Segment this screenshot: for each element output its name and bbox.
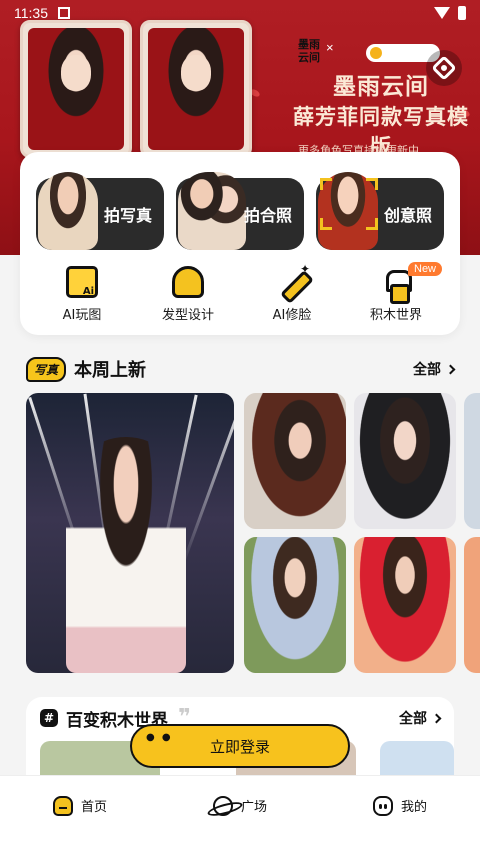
gallery-notification-icon <box>58 7 70 19</box>
tool-ai-face-label: AI修脸 <box>272 308 312 323</box>
group-photo-label: 拍合照 <box>243 206 292 225</box>
photo-shoot-button[interactable]: 拍写真 <box>36 172 164 250</box>
hashtag-icon: # <box>40 709 58 727</box>
photo-shoot-label: 拍写真 <box>103 206 152 225</box>
gallery-card[interactable] <box>244 393 346 529</box>
status-bar: 11:35 <box>0 0 480 26</box>
nav-profile-label: 我的 <box>400 800 427 815</box>
magic-wand-icon <box>276 262 310 298</box>
chevron-right-icon <box>445 364 456 374</box>
profile-face-icon <box>372 795 393 816</box>
hairstyle-icon <box>172 266 204 298</box>
nav-plaza-label: 广场 <box>240 800 267 815</box>
wifi-icon <box>434 7 450 19</box>
new-badge: New <box>408 262 443 276</box>
weekly-title: 本周上新 <box>74 360 147 381</box>
status-time: 11:35 <box>14 5 48 21</box>
group-photo-avatar <box>178 172 246 250</box>
nav-profile[interactable]: 我的 <box>320 776 480 853</box>
chevron-right-icon <box>431 713 442 723</box>
gallery-card[interactable] <box>244 537 346 673</box>
gallery-card[interactable] <box>464 393 480 529</box>
banner-portrait-right <box>140 20 252 158</box>
group-photo-button[interactable]: 拍合照 <box>176 172 304 250</box>
quick-actions-card: 拍写真 拍合照 创意照 AI玩图 发型设计 AI修脸 积木世界 New <box>20 152 460 335</box>
gallery-card[interactable] <box>354 537 456 673</box>
settings-button[interactable] <box>426 50 462 86</box>
planet-icon <box>212 795 233 816</box>
weekly-section-header: 写真 本周上新 全部 <box>26 354 456 384</box>
banner-portrait-left <box>20 20 132 158</box>
creative-photo-button[interactable]: 创意照 <box>316 172 444 250</box>
bottom-nav: 首页 广场 我的 <box>0 775 480 853</box>
gallery-card[interactable] <box>464 537 480 673</box>
tool-ai-face[interactable]: AI修脸 <box>242 262 342 323</box>
battery-icon <box>458 6 466 20</box>
home-icon <box>52 795 73 816</box>
settings-icon <box>431 55 457 81</box>
drama-logo: 墨雨云间 <box>298 38 320 64</box>
nav-home-label: 首页 <box>80 800 107 815</box>
ai-picture-icon <box>66 266 98 298</box>
portrait-tag: 写真 <box>26 356 67 382</box>
tool-blocks-world-label: 积木世界 <box>369 308 422 323</box>
login-button[interactable]: ● ● 立即登录 <box>130 724 350 768</box>
gallery-card-featured[interactable] <box>26 393 234 673</box>
tool-ai-picture-label: AI玩图 <box>62 308 102 323</box>
scan-frame-icon <box>320 178 378 230</box>
collab-x: × <box>326 40 334 55</box>
mascot-eyes-icon: ● ● <box>146 732 173 743</box>
blocks-view-all[interactable]: 全部 <box>399 708 442 728</box>
weekly-gallery <box>26 393 480 675</box>
nav-home[interactable]: 首页 <box>0 776 160 853</box>
tool-hairstyle-label: 发型设计 <box>161 308 214 323</box>
gallery-card[interactable] <box>354 393 456 529</box>
nav-plaza[interactable]: 广场 <box>160 776 320 853</box>
weekly-view-all[interactable]: 全部 <box>413 359 456 379</box>
creative-photo-label: 创意照 <box>383 206 432 225</box>
tool-ai-picture[interactable]: AI玩图 <box>32 266 132 323</box>
login-button-label: 立即登录 <box>209 737 270 756</box>
tool-hairstyle[interactable]: 发型设计 <box>138 266 238 323</box>
photo-shoot-avatar <box>38 172 98 250</box>
